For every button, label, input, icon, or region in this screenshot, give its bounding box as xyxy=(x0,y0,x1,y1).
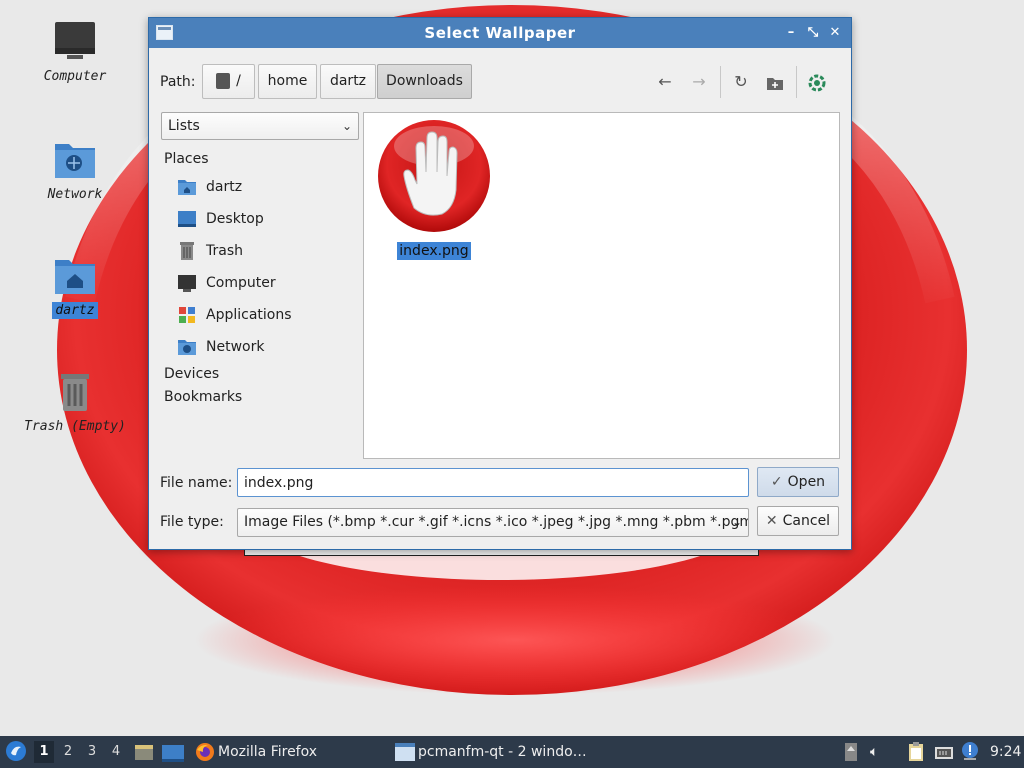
trash-icon xyxy=(180,242,194,260)
place-item-network[interactable]: Network xyxy=(177,335,264,359)
file-view[interactable]: index.png xyxy=(363,112,840,459)
applications-icon xyxy=(179,307,195,323)
clock[interactable]: 9:24 xyxy=(990,736,1021,768)
computer-icon xyxy=(55,22,95,59)
file-name-label: File name: xyxy=(160,475,233,491)
update-notifier-icon[interactable] xyxy=(844,742,858,762)
place-label: Network xyxy=(206,339,265,355)
window-icon xyxy=(395,743,415,761)
volume-icon[interactable]: 🔈︎ xyxy=(870,736,878,768)
background-window-edge xyxy=(244,549,759,556)
dialog-titlebar[interactable]: Select Wallpaper – ⤡ ✕ xyxy=(149,18,851,48)
chevron-down-icon: ⌄ xyxy=(731,515,742,529)
desktop-icon-trash[interactable]: Trash (Empty) xyxy=(15,370,135,435)
desktop-icon-computer[interactable]: Computer xyxy=(15,20,135,85)
bookmarks-heading[interactable]: Bookmarks xyxy=(164,389,242,405)
side-panel-view-select[interactable]: Lists ⌄ xyxy=(161,112,359,140)
file-item[interactable]: index.png xyxy=(374,118,494,260)
desktop-icon-home[interactable]: dartz xyxy=(15,254,135,319)
devices-heading[interactable]: Devices xyxy=(164,366,219,382)
dialog-title: Select Wallpaper xyxy=(424,24,576,42)
place-label: Trash xyxy=(206,243,243,259)
desktop-icon-label: Network xyxy=(47,187,103,202)
chevron-down-icon: ⌄ xyxy=(341,119,352,133)
cancel-x-icon: ✕ xyxy=(765,513,778,529)
workspace-4[interactable]: 4 xyxy=(106,741,126,763)
desktop-icon-network[interactable]: Network xyxy=(15,138,135,203)
place-item-dartz[interactable]: dartz xyxy=(177,175,242,199)
network-folder-icon xyxy=(55,144,95,178)
image-thumbnail-stop-hand-icon xyxy=(378,120,490,232)
forward-arrow-icon[interactable]: → xyxy=(687,70,711,94)
place-label: Desktop xyxy=(206,211,264,227)
notification-icon[interactable] xyxy=(960,741,980,763)
file-type-select[interactable]: Image Files (*.bmp *.cur *.gif *.icns *.… xyxy=(237,508,749,537)
clipboard-icon[interactable] xyxy=(906,742,926,762)
crumb-home[interactable]: home xyxy=(258,64,317,99)
firefox-icon xyxy=(196,743,214,761)
settings-gear-icon[interactable] xyxy=(805,70,829,94)
path-bar: Path: / home dartz Downloads ← → ↻ xyxy=(149,62,851,102)
task-label: Mozilla Firefox xyxy=(218,744,318,760)
computer-icon xyxy=(178,275,196,292)
place-label: dartz xyxy=(206,179,243,195)
file-manager-launcher-icon[interactable] xyxy=(134,742,154,762)
start-menu-icon[interactable] xyxy=(5,740,27,764)
place-label: Computer xyxy=(206,275,276,291)
cancel-button-label: Cancel xyxy=(782,513,831,529)
desktop-icon-label: dartz xyxy=(52,302,98,319)
crumb-root[interactable]: / xyxy=(202,64,255,99)
cancel-button[interactable]: ✕ Cancel xyxy=(757,506,839,536)
home-folder-icon xyxy=(55,260,95,294)
file-name-input[interactable] xyxy=(237,468,749,497)
minimize-button[interactable]: – xyxy=(781,23,801,43)
taskbar: 1 2 3 4 Mozilla Firefox pcmanfm-qt - 2 w… xyxy=(0,736,1024,768)
workspace-2[interactable]: 2 xyxy=(58,741,78,763)
task-firefox[interactable]: Mozilla Firefox xyxy=(194,737,374,767)
new-folder-icon[interactable] xyxy=(763,70,787,94)
path-label: Path: xyxy=(160,74,196,90)
open-button-label: Open xyxy=(787,474,826,490)
network-folder-icon xyxy=(178,340,196,355)
place-item-applications[interactable]: Applications xyxy=(177,303,292,327)
checkmark-icon: ✓ xyxy=(770,474,783,490)
crumb-dartz[interactable]: dartz xyxy=(320,64,376,99)
home-folder-icon xyxy=(178,180,196,195)
open-button[interactable]: ✓ Open xyxy=(757,467,839,497)
desktop-icon-label: Trash (Empty) xyxy=(24,419,126,434)
select-wallpaper-dialog: Select Wallpaper – ⤡ ✕ Path: / home dart… xyxy=(148,17,852,550)
drive-icon xyxy=(216,73,231,89)
place-label: Applications xyxy=(206,307,292,323)
place-item-trash[interactable]: Trash xyxy=(177,239,243,263)
places-heading[interactable]: Places xyxy=(164,151,209,167)
file-type-value: Image Files (*.bmp *.cur *.gif *.icns *.… xyxy=(244,514,749,530)
place-item-desktop[interactable]: Desktop xyxy=(177,207,264,231)
workspace-3[interactable]: 3 xyxy=(82,741,102,763)
file-type-label: File type: xyxy=(160,514,224,530)
task-pcmanfm[interactable]: pcmanfm-qt - 2 windo… xyxy=(394,737,604,767)
show-desktop-icon[interactable] xyxy=(162,743,184,763)
maximize-button[interactable]: ⤡ xyxy=(803,23,823,43)
window-app-icon xyxy=(156,25,173,40)
view-select-value: Lists xyxy=(168,118,200,134)
workspace-1[interactable]: 1 xyxy=(34,741,54,763)
file-name-label: index.png xyxy=(397,242,471,260)
trash-icon xyxy=(61,374,89,411)
desktop-icon-label: Computer xyxy=(43,69,107,84)
network-status-icon[interactable] xyxy=(934,743,954,763)
close-button[interactable]: ✕ xyxy=(825,23,845,43)
task-label: pcmanfm-qt - 2 windo… xyxy=(418,744,587,760)
back-arrow-icon[interactable]: ← xyxy=(653,70,677,94)
crumb-root-label: / xyxy=(236,73,241,89)
crumb-downloads[interactable]: Downloads xyxy=(377,64,472,99)
place-item-computer[interactable]: Computer xyxy=(177,271,276,295)
reload-icon[interactable]: ↻ xyxy=(729,70,753,94)
desktop-icon xyxy=(178,211,196,227)
